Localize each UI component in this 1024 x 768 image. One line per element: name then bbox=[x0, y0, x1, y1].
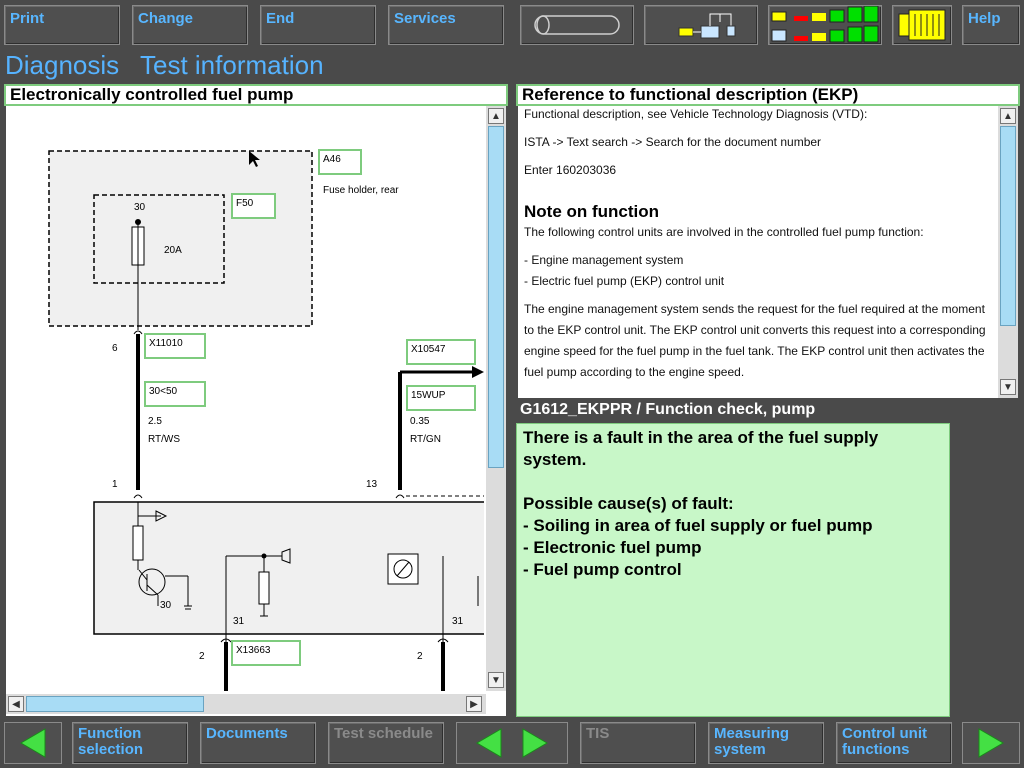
label-pin2a: 2 bbox=[199, 651, 205, 662]
network-status-button[interactable] bbox=[644, 5, 758, 45]
cause-item: - Electronic fuel pump bbox=[523, 538, 702, 557]
label-x10547: X10547 bbox=[406, 339, 476, 365]
label-pin1: 1 bbox=[112, 479, 118, 490]
label-pin6: 6 bbox=[112, 343, 118, 354]
diagram-vertical-scrollbar[interactable]: ▲ ▼ bbox=[486, 106, 506, 691]
services-button[interactable]: Services bbox=[388, 5, 504, 45]
cause-item: - Fuel pump control bbox=[523, 560, 682, 579]
connector-icon bbox=[898, 9, 946, 41]
reference-line: Functional description, see Vehicle Tech… bbox=[524, 107, 868, 121]
header-test-information: Test information bbox=[140, 50, 324, 80]
label-fuse-holder: Fuse holder, rear bbox=[323, 185, 399, 196]
connection-status-button[interactable] bbox=[768, 5, 882, 45]
note-title: Note on function bbox=[524, 202, 660, 221]
scroll-left-button[interactable]: ◀ bbox=[8, 696, 24, 712]
label-f50: F50 bbox=[231, 193, 276, 219]
cause-item: - Soiling in area of fuel supply or fuel… bbox=[523, 516, 873, 535]
label-fuse-rating: 20A bbox=[164, 245, 182, 256]
arrow-right-icon bbox=[978, 728, 1004, 758]
scroll-right-button[interactable]: ▶ bbox=[466, 696, 482, 712]
arrow-left-icon[interactable] bbox=[473, 727, 505, 759]
label-wire1-color: RT/WS bbox=[148, 434, 181, 445]
change-button[interactable]: Change bbox=[132, 5, 248, 45]
reference-line: Enter 160203036 bbox=[524, 163, 617, 177]
label-pin31a: 31 bbox=[233, 616, 245, 627]
label-pin31b: 31 bbox=[452, 616, 464, 627]
battery-icon bbox=[534, 15, 620, 35]
page-navigation[interactable] bbox=[456, 722, 568, 764]
label-pin13: 13 bbox=[366, 479, 378, 490]
control-unit-functions-button[interactable]: Control unit functions bbox=[836, 722, 952, 764]
reference-panel: Functional description, see Vehicle Tech… bbox=[518, 106, 1018, 398]
causes-title: Possible cause(s) of fault: bbox=[523, 494, 734, 513]
note-paragraph: The engine management system sends the r… bbox=[524, 302, 986, 379]
connection-status-icon bbox=[771, 5, 879, 43]
help-button[interactable]: Help bbox=[962, 5, 1020, 45]
label-wire2-code: 15WUP bbox=[406, 385, 476, 411]
note-list-item: - Electric fuel pump (EKP) control unit bbox=[524, 274, 725, 288]
note-list-item: - Engine management system bbox=[524, 253, 684, 267]
reference-scroll-up-button[interactable]: ▲ bbox=[1000, 108, 1016, 124]
network-icon bbox=[678, 13, 736, 39]
documents-button[interactable]: Documents bbox=[200, 722, 316, 764]
arrow-right-icon[interactable] bbox=[519, 727, 551, 759]
right-panel-title: Reference to functional description (EKP… bbox=[516, 84, 1020, 106]
function-selection-button[interactable]: Function selection bbox=[72, 722, 188, 764]
reference-vertical-scrollbar[interactable]: ▲ ▼ bbox=[998, 106, 1018, 398]
battery-status-button[interactable] bbox=[520, 5, 634, 45]
label-x11010: X11010 bbox=[144, 333, 206, 359]
left-panel-title: Electronically controlled fuel pump bbox=[4, 84, 508, 106]
arrow-left-icon bbox=[20, 728, 46, 758]
header-diagnosis: Diagnosis bbox=[5, 50, 120, 80]
label-pin30: 30 bbox=[134, 202, 146, 213]
diagram-horizontal-thumb[interactable] bbox=[26, 696, 204, 712]
forward-button[interactable] bbox=[962, 722, 1020, 764]
label-wire2-color: RT/GN bbox=[410, 434, 441, 445]
fault-line: There is a fault in the area of the fuel… bbox=[523, 428, 879, 469]
fault-info-box: There is a fault in the area of the fuel… bbox=[516, 423, 950, 717]
reference-vertical-thumb[interactable] bbox=[1000, 126, 1016, 326]
label-pin2b: 2 bbox=[417, 651, 423, 662]
wiring-diagram: A46 Fuse holder, rear F50 30 20A 6 X1101… bbox=[6, 106, 484, 691]
connector-status-button[interactable] bbox=[892, 5, 952, 45]
reference-line: ISTA -> Text search -> Search for the do… bbox=[524, 135, 822, 149]
label-wire1-size: 2.5 bbox=[148, 416, 162, 427]
measuring-system-button[interactable]: Measuring system bbox=[708, 722, 824, 764]
scroll-up-button[interactable]: ▲ bbox=[488, 108, 504, 124]
scroll-down-button[interactable]: ▼ bbox=[488, 672, 504, 688]
label-wire1-code: 30<50 bbox=[144, 381, 206, 407]
label-x13663: X13663 bbox=[231, 640, 301, 666]
test-schedule-button[interactable]: Test schedule bbox=[328, 722, 444, 764]
label-a46: A46 bbox=[318, 149, 362, 175]
label-wire2-size: 0.35 bbox=[410, 416, 430, 427]
reference-scroll-down-button[interactable]: ▼ bbox=[1000, 379, 1016, 395]
wiring-diagram-panel: A46 Fuse holder, rear F50 30 20A 6 X1101… bbox=[6, 106, 506, 716]
label-pin30b: 30 bbox=[160, 600, 172, 611]
print-button[interactable]: Print bbox=[4, 5, 120, 45]
end-button[interactable]: End bbox=[260, 5, 376, 45]
diagram-vertical-thumb[interactable] bbox=[488, 126, 504, 468]
diagram-horizontal-scrollbar[interactable]: ◀ ▶ bbox=[6, 694, 486, 714]
note-intro: The following control units are involved… bbox=[524, 225, 924, 239]
reference-text: Functional description, see Vehicle Tech… bbox=[524, 104, 992, 394]
tis-button[interactable]: TIS bbox=[580, 722, 696, 764]
back-button[interactable] bbox=[4, 722, 62, 764]
check-title: G1612_EKPPR / Function check, pump bbox=[520, 401, 816, 418]
